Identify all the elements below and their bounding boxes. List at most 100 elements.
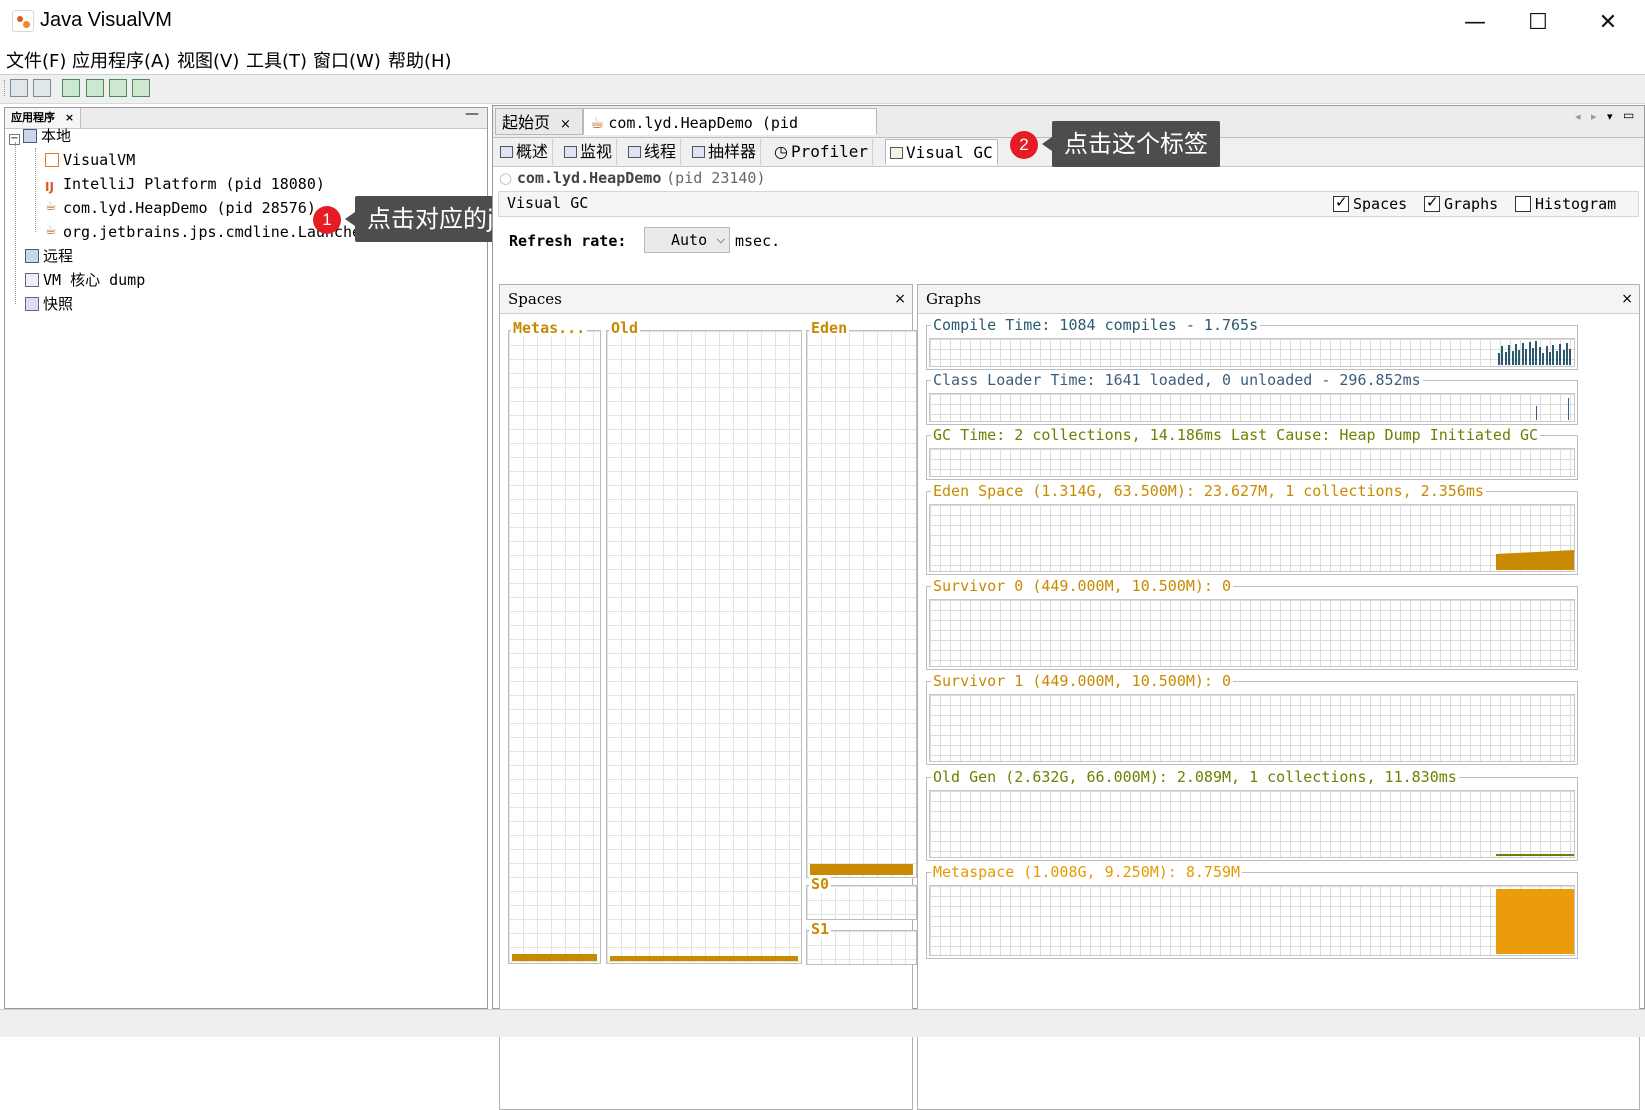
visualvm-app-icon bbox=[12, 10, 34, 32]
spaces-panel-header: Spaces × bbox=[500, 285, 912, 314]
maximize-panel-icon[interactable]: ▭ bbox=[1623, 108, 1634, 122]
document-panel: 起始页× ☕com.lyd.HeapDemo (pid 23140)× ◂ ▸ … bbox=[492, 105, 1645, 1110]
tab-monitor[interactable]: 监视 bbox=[560, 139, 618, 165]
menu-window[interactable]: 窗口(W) bbox=[313, 47, 381, 73]
tab-list-dropdown-icon[interactable]: ▾ bbox=[1607, 110, 1613, 123]
tab-threads[interactable]: 线程 bbox=[624, 139, 682, 165]
load-snapshot-icon[interactable] bbox=[10, 79, 28, 97]
checkbox-label: Spaces bbox=[1353, 195, 1408, 213]
graph-box: Old Gen (2.632G, 66.000M): 2.089M, 1 col… bbox=[926, 768, 1578, 861]
graphs-panel-close-icon[interactable]: × bbox=[1621, 285, 1633, 313]
tree-label: 快照 bbox=[43, 295, 74, 313]
graph-plot-area bbox=[929, 504, 1575, 572]
add-jmx-connection-icon[interactable] bbox=[62, 79, 80, 97]
graph-title: Survivor 0 (449.000M, 10.500M): 0 bbox=[931, 577, 1234, 595]
tree-label: 本地 bbox=[41, 127, 72, 145]
applications-tabstrip: 应用程序 × — bbox=[5, 106, 487, 129]
tab-visual-gc[interactable]: Visual GC bbox=[885, 139, 998, 165]
coredump-icon bbox=[25, 273, 39, 287]
tab-close-icon[interactable]: × bbox=[560, 117, 571, 132]
tree-label: com.lyd.HeapDemo (pid 28576) bbox=[63, 199, 316, 217]
tab-label: 起始页 bbox=[502, 113, 551, 132]
visualvm-icon bbox=[45, 153, 59, 167]
visual-gc-title: Visual GC bbox=[507, 194, 589, 212]
minimize-button[interactable]: — bbox=[1445, 0, 1505, 44]
chevron-down-icon: ⌵ bbox=[716, 233, 725, 246]
refresh-rate-label: Refresh rate: bbox=[509, 232, 627, 250]
tree-node-snapshot[interactable]: 快照 bbox=[25, 292, 73, 316]
compile-spike bbox=[1501, 346, 1504, 365]
graph-box: Survivor 1 (449.000M, 10.500M): 0 bbox=[926, 672, 1578, 765]
tab-sampler[interactable]: 抽样器 bbox=[688, 139, 762, 165]
graphs-checkbox[interactable]: Graphs bbox=[1423, 193, 1498, 213]
graph-plot-area bbox=[929, 448, 1575, 477]
metaspace-label: Metas... bbox=[511, 319, 588, 337]
maximize-button[interactable]: ☐ bbox=[1508, 0, 1568, 44]
visual-gc-icon bbox=[890, 147, 903, 159]
scroll-tabs-right-icon[interactable]: ▸ bbox=[1591, 110, 1597, 123]
radio-icon: ○ bbox=[499, 169, 513, 187]
annotation-badge-1: 1 bbox=[313, 206, 341, 234]
compile-spike bbox=[1528, 342, 1531, 365]
graph-plot-area bbox=[929, 393, 1575, 422]
menu-file[interactable]: 文件(F) bbox=[6, 47, 66, 73]
compile-spike bbox=[1515, 344, 1517, 365]
tree-node-intellij[interactable]: IJ IntelliJ Platform (pid 18080) bbox=[45, 172, 325, 196]
tree-node-heapdemo[interactable]: com.lyd.HeapDemo (pid 28576) bbox=[45, 196, 316, 220]
computer-icon bbox=[23, 129, 37, 143]
tree-node-vm-dump[interactable]: VM 核心 dump bbox=[25, 268, 145, 292]
graph-box: Class Loader Time: 1641 loaded, 0 unload… bbox=[926, 371, 1578, 425]
add-application-snapshot-icon[interactable] bbox=[132, 79, 150, 97]
graph-plot-area bbox=[929, 694, 1575, 762]
tab-label: 抽样器 bbox=[708, 142, 757, 161]
annotation-callout-2: 点击这个标签 bbox=[1042, 121, 1220, 167]
old-gen-usage-line bbox=[1496, 854, 1574, 856]
tab-overview[interactable]: 概述 bbox=[496, 139, 554, 165]
spaces-panel-close-icon[interactable]: × bbox=[894, 285, 906, 313]
tree-node-visualvm[interactable]: VisualVM bbox=[45, 148, 135, 172]
compile-spike bbox=[1511, 351, 1514, 365]
scroll-tabs-left-icon[interactable]: ◂ bbox=[1575, 110, 1581, 123]
tab-heapdemo[interactable]: ☕com.lyd.HeapDemo (pid 23140)× bbox=[583, 108, 877, 160]
save-icon[interactable] bbox=[33, 79, 51, 97]
spaces-checkbox[interactable]: Spaces bbox=[1333, 193, 1408, 213]
close-window-button[interactable]: ✕ bbox=[1578, 0, 1638, 44]
window-title: Java VisualVM bbox=[40, 9, 172, 31]
tree-connector-line bbox=[35, 148, 36, 232]
overview-icon bbox=[500, 146, 513, 158]
graph-box: GC Time: 2 collections, 14.186ms Last Ca… bbox=[926, 426, 1578, 480]
threads-icon bbox=[628, 146, 641, 158]
intellij-icon: IJ bbox=[45, 180, 54, 194]
compile-spike bbox=[1552, 345, 1555, 365]
add-vm-coredump-icon[interactable] bbox=[109, 79, 127, 97]
tree-label: 远程 bbox=[43, 247, 74, 265]
histogram-checkbox[interactable]: Histogram bbox=[1514, 195, 1616, 213]
menu-bar: 文件(F) 应用程序(A) 视图(V) 工具(T) 窗口(W) 帮助(H) bbox=[0, 44, 1645, 74]
tree-node-remote[interactable]: 远程 bbox=[25, 244, 73, 268]
menu-application[interactable]: 应用程序(A) bbox=[72, 47, 170, 73]
menu-help[interactable]: 帮助(H) bbox=[388, 47, 452, 73]
graph-box: Metaspace (1.008G, 9.250M): 8.759M bbox=[926, 863, 1578, 959]
checkbox-checked-icon bbox=[1333, 193, 1349, 212]
compile-spike bbox=[1518, 350, 1521, 365]
menu-tools[interactable]: 工具(T) bbox=[246, 47, 307, 73]
tab-start-page[interactable]: 起始页 × bbox=[495, 108, 583, 135]
refresh-rate-dropdown[interactable]: Auto ⌵ bbox=[644, 227, 730, 253]
applications-tab-close-icon[interactable]: × bbox=[65, 111, 74, 124]
spaces-panel-title: Spaces bbox=[508, 290, 562, 308]
compile-spike bbox=[1555, 351, 1558, 365]
process-name: com.lyd.HeapDemo bbox=[516, 169, 662, 187]
add-remote-host-icon[interactable] bbox=[86, 79, 104, 97]
menu-view[interactable]: 视图(V) bbox=[177, 47, 239, 73]
tab-profiler[interactable]: ◷ Profiler bbox=[770, 139, 874, 165]
compile-spike bbox=[1542, 353, 1545, 365]
tab-label: Profiler bbox=[790, 142, 869, 161]
tree-node-local[interactable]: − 本地 bbox=[9, 124, 71, 148]
tree-label: IntelliJ Platform (pid 18080) bbox=[63, 175, 325, 193]
graphs-panel-title: Graphs bbox=[926, 290, 982, 308]
graph-plot-area bbox=[929, 338, 1575, 367]
toolbar bbox=[0, 74, 1645, 104]
compile-spike bbox=[1545, 346, 1548, 365]
minimize-panel-icon[interactable]: — bbox=[465, 106, 479, 122]
tree-label: VM 核心 dump bbox=[43, 271, 146, 289]
